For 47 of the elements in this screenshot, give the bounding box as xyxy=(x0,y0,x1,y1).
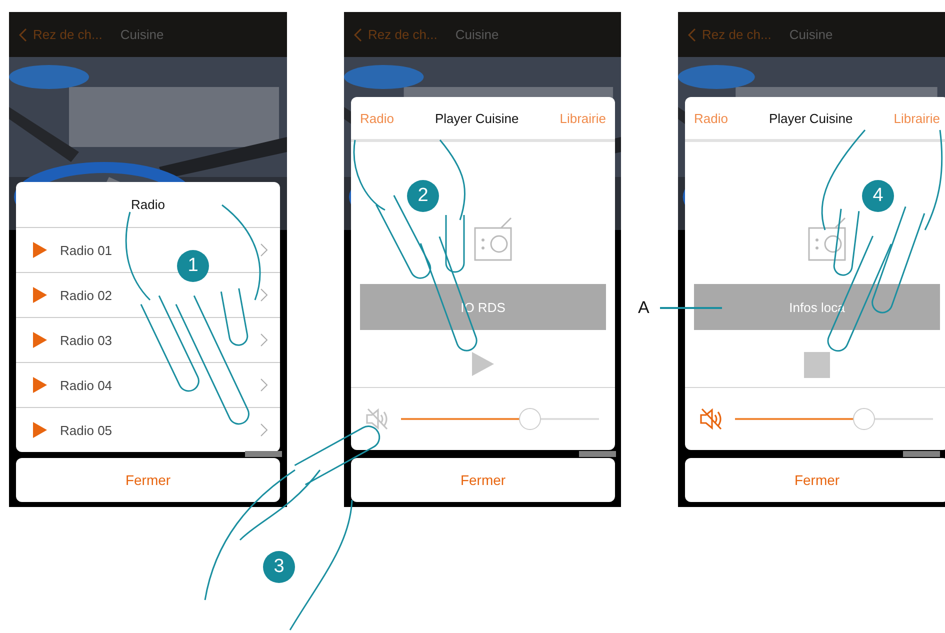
volume-slider[interactable] xyxy=(735,408,933,430)
back-chevron-icon xyxy=(688,28,696,42)
back-label: Rez de ch... xyxy=(702,27,772,42)
play-icon xyxy=(33,287,47,303)
radio-list-item[interactable]: Radio 04 xyxy=(16,363,280,408)
close-button[interactable]: Fermer xyxy=(685,458,945,502)
tab[interactable]: Player Cuisine xyxy=(434,110,519,126)
back-chevron-icon xyxy=(19,28,27,42)
scroll-indicator xyxy=(579,451,616,457)
panel-title: Radio xyxy=(16,182,280,228)
chevron-right-icon xyxy=(260,378,268,392)
tab[interactable]: Librairie xyxy=(894,110,940,126)
scroll-indicator xyxy=(903,451,940,457)
play-button[interactable] xyxy=(472,352,494,376)
tab[interactable]: Librairie xyxy=(560,110,606,126)
leader-line xyxy=(660,307,722,309)
back-chevron-icon xyxy=(354,28,362,42)
header-title: Cuisine xyxy=(455,27,499,42)
tab[interactable]: Player Cuisine xyxy=(768,110,853,126)
tab[interactable]: Radio xyxy=(694,110,728,126)
back-label: Rez de ch... xyxy=(368,27,438,42)
chevron-right-icon xyxy=(260,423,268,437)
close-button[interactable]: Fermer xyxy=(16,458,280,502)
chevron-right-icon xyxy=(260,243,268,257)
play-icon xyxy=(33,242,47,258)
play-icon xyxy=(33,422,47,438)
slider-thumb[interactable] xyxy=(852,408,875,430)
play-icon xyxy=(33,332,47,348)
volume-slider[interactable] xyxy=(401,408,599,430)
chevron-right-icon xyxy=(260,288,268,302)
back-link[interactable]: Rez de ch... xyxy=(19,27,102,42)
close-button[interactable]: Fermer xyxy=(351,458,615,502)
chevron-right-icon xyxy=(260,333,268,347)
header-title: Cuisine xyxy=(120,27,164,42)
back-link[interactable]: Rez de ch... xyxy=(354,27,438,42)
header-title: Cuisine xyxy=(789,27,833,42)
slider-thumb[interactable] xyxy=(518,408,541,430)
callout-label: A xyxy=(638,298,650,318)
play-icon xyxy=(33,377,47,393)
step-number: 3 xyxy=(263,551,295,583)
back-link[interactable]: Rez de ch... xyxy=(688,27,772,42)
radio-list-item[interactable]: Radio 05 xyxy=(16,408,280,452)
radio-list-item[interactable]: Radio 03 xyxy=(16,318,280,363)
back-label: Rez de ch... xyxy=(33,27,102,42)
tab[interactable]: Radio xyxy=(360,110,394,126)
hand-contour-line xyxy=(353,140,386,211)
scroll-indicator xyxy=(245,451,282,457)
